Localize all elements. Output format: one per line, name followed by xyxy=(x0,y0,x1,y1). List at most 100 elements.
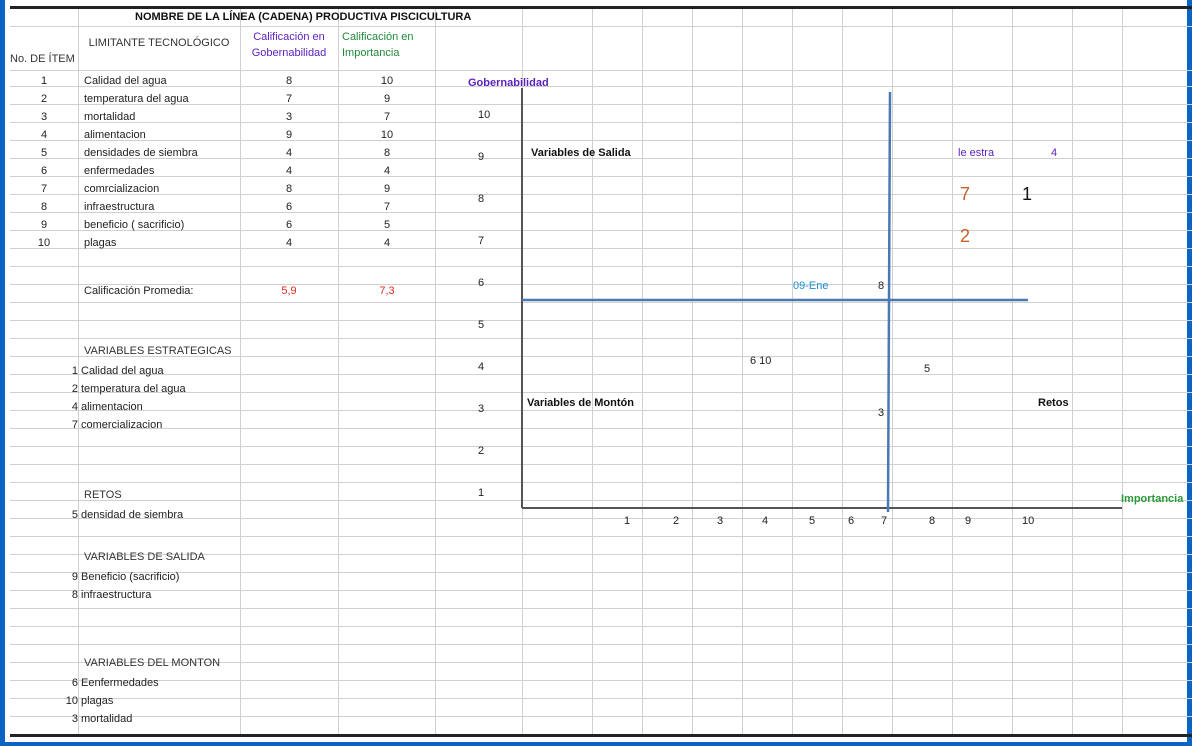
gridline xyxy=(10,86,1192,87)
section-item-name: Eenfermedades xyxy=(81,677,159,689)
row-importancia: 7 xyxy=(383,111,391,123)
section-item-number: 8 xyxy=(71,589,78,601)
row-importancia: 9 xyxy=(383,183,391,195)
row-importancia: 9 xyxy=(383,93,391,105)
gridline xyxy=(10,248,1192,249)
header-gob-line1: Calificación en xyxy=(253,31,325,43)
section-item-name: infraestructura xyxy=(81,589,152,601)
section-title: VARIABLES DEL MONTON xyxy=(84,657,221,669)
point-label-7: 7 xyxy=(960,184,971,204)
gridline xyxy=(10,176,1192,177)
chart-xlabel: Importancia xyxy=(1121,493,1184,505)
row-importancia: 5 xyxy=(383,219,391,231)
gridline xyxy=(10,536,1192,537)
section-item-number: 3 xyxy=(71,713,78,725)
row-limitante: plagas xyxy=(84,237,117,249)
header-imp-line1: Calificación en xyxy=(342,31,414,43)
row-number: 1 xyxy=(40,75,48,87)
promedio-label: Calificación Promedia: xyxy=(84,285,194,297)
row-number: 8 xyxy=(40,201,48,213)
promedio-gob: 5,9 xyxy=(281,285,297,297)
gridline xyxy=(10,680,1192,681)
window-frame: NOMBRE DE LA LÍNEA (CADENA) PRODUCTIVA P… xyxy=(0,0,1192,746)
row-importancia: 4 xyxy=(383,165,391,177)
header-imp-line2: Importancia xyxy=(342,47,400,59)
row-number: 5 xyxy=(40,147,48,159)
y-tick-label: 7 xyxy=(478,235,485,247)
row-limitante: beneficio ( sacrificio) xyxy=(84,219,185,231)
x-tick-label: 4 xyxy=(762,515,769,527)
y-tick-label: 5 xyxy=(478,319,485,331)
x-tick-label: 6 xyxy=(848,515,855,527)
x-tick-label: 7 xyxy=(881,515,888,527)
row-limitante: enfermedades xyxy=(84,165,155,177)
label-09-ene: 09-Ene xyxy=(793,280,829,292)
section-item-number: 4 xyxy=(71,401,78,413)
promedio-imp: 7,3 xyxy=(379,285,395,297)
point-label-3: 3 xyxy=(878,407,885,419)
section-item-number: 10 xyxy=(65,695,78,707)
section-item-number: 1 xyxy=(71,365,78,377)
sheet-title: NOMBRE DE LA LÍNEA (CADENA) PRODUCTIVA P… xyxy=(135,11,472,23)
row-gobernabilidad: 7 xyxy=(285,93,293,105)
row-gobernabilidad: 9 xyxy=(285,129,293,141)
quadrant-estrategicas: le estra xyxy=(958,147,995,159)
gridline xyxy=(10,644,1192,645)
row-gobernabilidad: 4 xyxy=(285,237,293,249)
row-gobernabilidad: 6 xyxy=(285,201,293,213)
gridline xyxy=(10,338,1192,339)
gridline xyxy=(10,590,1192,591)
gridline xyxy=(10,698,1192,699)
y-tick-label: 3 xyxy=(478,403,485,415)
row-gobernabilidad: 3 xyxy=(285,111,293,123)
gridline xyxy=(10,320,1192,321)
header-limitante: LIMITANTE TECNOLÓGICO xyxy=(88,37,230,49)
gridline xyxy=(10,518,1192,519)
row-limitante: mortalidad xyxy=(84,111,136,123)
gridline xyxy=(10,500,1192,501)
row-number: 4 xyxy=(40,129,48,141)
quadrant-monton: Variables de Montón xyxy=(527,397,634,409)
y-tick-label: 4 xyxy=(478,361,485,373)
gridline xyxy=(10,212,1192,213)
row-number: 10 xyxy=(37,237,51,249)
gridline xyxy=(10,464,1192,465)
row-number: 7 xyxy=(40,183,48,195)
gridline xyxy=(10,392,1192,393)
row-importancia: 10 xyxy=(380,129,394,141)
row-number: 3 xyxy=(40,111,48,123)
row-limitante: densidades de siembra xyxy=(84,147,198,159)
x-tick-label: 9 xyxy=(965,515,972,527)
gridline xyxy=(10,374,1192,375)
section-item-number: 2 xyxy=(71,383,78,395)
section-item-name: comercializacion xyxy=(81,419,163,431)
section-title: VARIABLES DE SALIDA xyxy=(84,551,205,563)
row-number: 2 xyxy=(40,93,48,105)
section-item-name: plagas xyxy=(81,695,114,707)
row-limitante: temperatura del agua xyxy=(84,93,189,105)
gridline xyxy=(10,26,1192,27)
section-item-name: densidad de siembra xyxy=(81,509,184,521)
section-item-name: mortalidad xyxy=(81,713,133,725)
section-item-name: Beneficio (sacrificio) xyxy=(81,571,180,583)
section-item-name: alimentacion xyxy=(81,401,143,413)
point-label-4: 4 xyxy=(1051,147,1058,159)
row-importancia: 4 xyxy=(383,237,391,249)
x-tick-label: 10 xyxy=(1022,515,1035,527)
row-number: 9 xyxy=(40,219,48,231)
bottom-border xyxy=(10,734,1192,737)
y-tick-label: 9 xyxy=(478,151,485,163)
point-label-6-10: 6 10 xyxy=(750,355,772,367)
header-gob-line2: Gobernabilidad xyxy=(251,47,327,59)
spreadsheet: NOMBRE DE LA LÍNEA (CADENA) PRODUCTIVA P… xyxy=(10,0,1192,742)
quadrant-retos: Retos xyxy=(1038,397,1069,409)
top-border xyxy=(10,6,1192,9)
row-gobernabilidad: 6 xyxy=(285,219,293,231)
gridline xyxy=(10,608,1192,609)
chart-ylabel: Gobernabilidad xyxy=(468,77,549,89)
gridline xyxy=(10,230,1192,231)
row-importancia: 8 xyxy=(383,147,391,159)
row-gobernabilidad: 8 xyxy=(285,75,293,87)
section-item-number: 5 xyxy=(71,509,78,521)
x-tick-label: 2 xyxy=(673,515,680,527)
